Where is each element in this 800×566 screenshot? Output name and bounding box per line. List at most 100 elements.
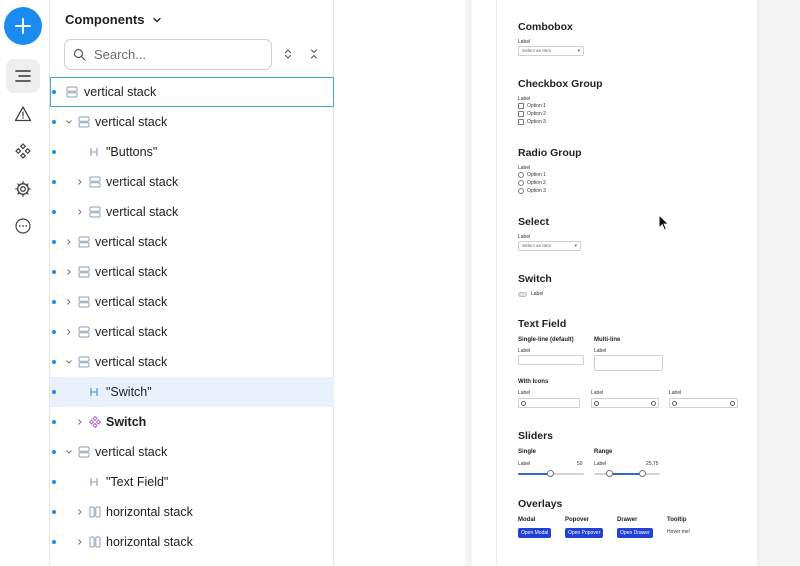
slider-label: Label xyxy=(594,461,607,467)
tree-row[interactable]: vertical stack xyxy=(50,287,334,317)
checkbox[interactable] xyxy=(518,103,524,109)
radio-button[interactable] xyxy=(518,172,524,178)
tree-row[interactable]: vertical stack xyxy=(50,107,334,137)
checkbox[interactable] xyxy=(518,111,524,117)
slider-value: 25,75 xyxy=(646,461,659,467)
tree-row[interactable]: "Buttons" xyxy=(50,137,334,167)
tree-row-label: vertical stack xyxy=(95,445,168,459)
tree-row-label: "Text Field" xyxy=(106,475,169,489)
text-field-title: Text Field xyxy=(518,318,567,330)
mouse-cursor-icon xyxy=(658,214,670,231)
warnings-button[interactable] xyxy=(6,97,40,131)
hstack-icon xyxy=(88,505,102,519)
search-input[interactable] xyxy=(94,47,264,62)
tree-row[interactable]: vertical stack xyxy=(50,77,334,107)
tree-row[interactable]: vertical stack xyxy=(50,317,334,347)
settings-button[interactable] xyxy=(6,172,40,206)
tree-row[interactable]: "Switch" xyxy=(50,377,334,407)
icon-input[interactable] xyxy=(591,398,659,408)
icon-input[interactable] xyxy=(669,398,738,408)
add-button[interactable] xyxy=(4,7,42,45)
tree-row[interactable]: vertical stack xyxy=(50,197,334,227)
expand-icon xyxy=(284,49,292,59)
vstack-icon xyxy=(77,265,91,279)
status-dot xyxy=(52,240,56,244)
field-label: Label xyxy=(591,390,604,396)
tree-row[interactable]: horizontal stack xyxy=(50,497,334,527)
chevron-right-icon[interactable] xyxy=(75,177,85,187)
multi-line-input[interactable] xyxy=(594,355,663,371)
more-button[interactable] xyxy=(6,209,40,243)
tree-row-label: horizontal stack xyxy=(106,505,193,519)
checkbox[interactable] xyxy=(518,119,524,125)
chevron-right-icon[interactable] xyxy=(75,507,85,517)
open-drawer-button[interactable]: Open Drawer xyxy=(617,528,653,538)
design-canvas[interactable]: Combobox Label Select an item ▾ Checkbox… xyxy=(334,0,800,566)
tooltip-trigger[interactable]: Hover me! xyxy=(667,529,690,535)
status-dot xyxy=(52,270,56,274)
vstack-icon xyxy=(65,85,79,99)
checkbox-option: Option 3 xyxy=(527,119,546,125)
tree-row[interactable]: vertical stack xyxy=(50,347,334,377)
chevron-right-icon[interactable] xyxy=(64,267,74,277)
range-slider-thumb[interactable] xyxy=(606,470,613,477)
single-slider-thumb[interactable] xyxy=(547,470,554,477)
chevron-down-icon[interactable] xyxy=(64,117,74,127)
chevron-right-icon[interactable] xyxy=(75,417,85,427)
chevron-down-icon xyxy=(153,17,162,22)
combobox-title: Combobox xyxy=(518,21,573,33)
status-dot xyxy=(52,390,56,394)
tree-row[interactable]: horizontal stack xyxy=(50,527,334,557)
chevron-right-icon[interactable] xyxy=(75,207,85,217)
search-icon xyxy=(594,400,599,406)
chevron-right-icon[interactable] xyxy=(64,297,74,307)
components-panel: Components Search... vertical stack vert… xyxy=(50,0,334,566)
text-icon xyxy=(87,145,101,159)
vstack-icon xyxy=(88,175,102,189)
components-button[interactable] xyxy=(6,134,40,168)
sliders-title: Sliders xyxy=(518,430,554,442)
icon-input[interactable] xyxy=(518,398,580,408)
checkbox-option: Option 1 xyxy=(527,103,546,109)
layers-button[interactable] xyxy=(6,59,40,93)
open-popover-button[interactable]: Open Popover xyxy=(565,528,604,538)
checkbox-group-label: Label xyxy=(518,96,531,102)
chevron-down-icon[interactable] xyxy=(64,357,74,367)
tree-row-label: vertical stack xyxy=(84,85,157,99)
radio-option: Option 1 xyxy=(527,172,546,178)
tree-row-label: "Buttons" xyxy=(106,145,158,159)
drawer-heading: Drawer xyxy=(617,517,638,523)
collapse-all-button[interactable] xyxy=(305,45,323,63)
tree-row[interactable]: vertical stack xyxy=(50,257,334,287)
chevron-right-icon[interactable] xyxy=(64,327,74,337)
field-label: Label xyxy=(518,390,531,396)
chevron-down-icon[interactable] xyxy=(64,447,74,457)
radio-button[interactable] xyxy=(518,188,524,194)
combobox-field[interactable]: Select an item ▾ xyxy=(518,46,584,56)
chevron-right-icon[interactable] xyxy=(64,237,74,247)
tree-row[interactable]: vertical stack xyxy=(50,167,334,197)
tree-row[interactable]: "Text Field" xyxy=(50,467,334,497)
tree-row-label: vertical stack xyxy=(95,265,168,279)
open-modal-button[interactable]: Open Modal xyxy=(518,528,552,538)
tree-row-label: Switch xyxy=(106,415,147,429)
tree-row[interactable]: Switch xyxy=(50,407,334,437)
tree-row-label: "Switch" xyxy=(106,385,152,399)
range-slider-heading: Range xyxy=(594,449,613,455)
tooltip-heading: Tooltip xyxy=(667,517,687,523)
range-slider-thumb[interactable] xyxy=(639,470,646,477)
tree-row[interactable]: vertical stack xyxy=(50,227,334,257)
select-field[interactable]: Select an item ▾ xyxy=(518,241,581,251)
status-dot xyxy=(52,210,56,214)
plus-icon xyxy=(15,18,31,34)
radio-button[interactable] xyxy=(518,180,524,186)
radio-group-label: Label xyxy=(518,165,531,171)
expand-all-button[interactable] xyxy=(279,45,297,63)
switch-toggle[interactable] xyxy=(518,292,527,297)
tree-row[interactable]: vertical stack xyxy=(50,437,334,467)
collapse-icon xyxy=(310,49,318,59)
panel-header[interactable]: Components xyxy=(65,12,162,27)
vstack-icon xyxy=(77,295,91,309)
single-line-input[interactable] xyxy=(518,355,584,365)
chevron-right-icon[interactable] xyxy=(75,537,85,547)
